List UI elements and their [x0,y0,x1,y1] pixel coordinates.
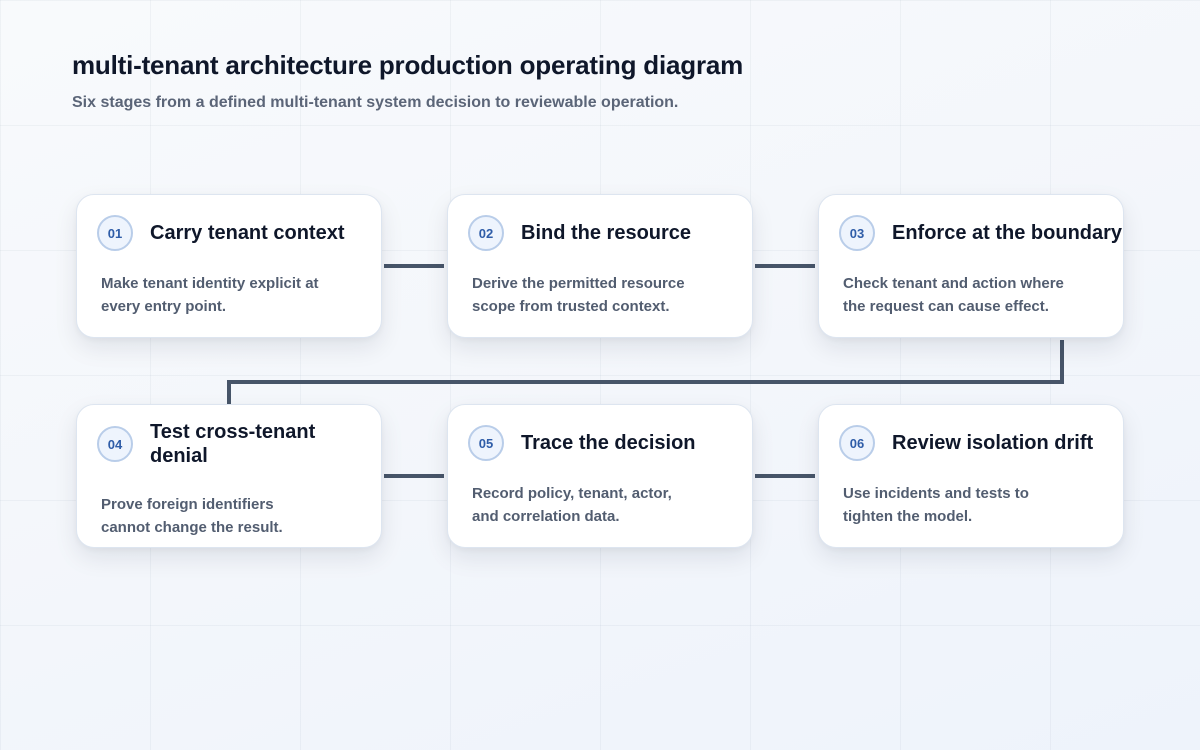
stage-card-01: 01 Carry tenant context Make tenant iden… [76,194,382,338]
stage-card-02: 02 Bind the resource Derive the permitte… [447,194,753,338]
stage-number-badge: 05 [468,425,504,461]
stage-title: Review isolation drift [892,432,1094,454]
connector-03-04 [227,340,1064,404]
stage-description: Derive the permitted resource scope from… [472,275,685,315]
stage-description: Make tenant identity explicit at every e… [101,275,319,315]
stage-number-badge: 04 [97,426,133,462]
stage-number-badge: 01 [97,215,133,251]
diagram-page: multi-tenant architecture production ope… [0,0,1200,750]
stage-title: Bind the resource [521,222,692,244]
stage-number-badge: 02 [468,215,504,251]
stage-card-06: 06 Review isolation drift Use incidents … [818,404,1124,548]
stage-number-badge: 06 [839,425,875,461]
stage-card-05: 05 Trace the decision Record policy, ten… [447,404,753,548]
stage-title: Trace the decision [521,432,696,454]
connector-lines [227,264,1064,478]
stage-title: Enforce at the boundary [892,222,1123,244]
stage-title: Test cross-tenant denial [150,421,316,467]
stage-description: Check tenant and action where the reques… [843,275,1064,315]
stage-description: Record policy, tenant, actor, and correl… [472,485,672,525]
stage-description: Prove foreign identifiers cannot change … [101,496,283,536]
stage-card-04: 04 Test cross-tenant denial Prove foreig… [76,404,382,548]
stage-card-03: 03 Enforce at the boundary Check tenant … [818,194,1124,338]
stage-title: Carry tenant context [150,222,345,244]
stage-description: Use incidents and tests to tighten the m… [843,485,1029,525]
stage-number-badge: 03 [839,215,875,251]
